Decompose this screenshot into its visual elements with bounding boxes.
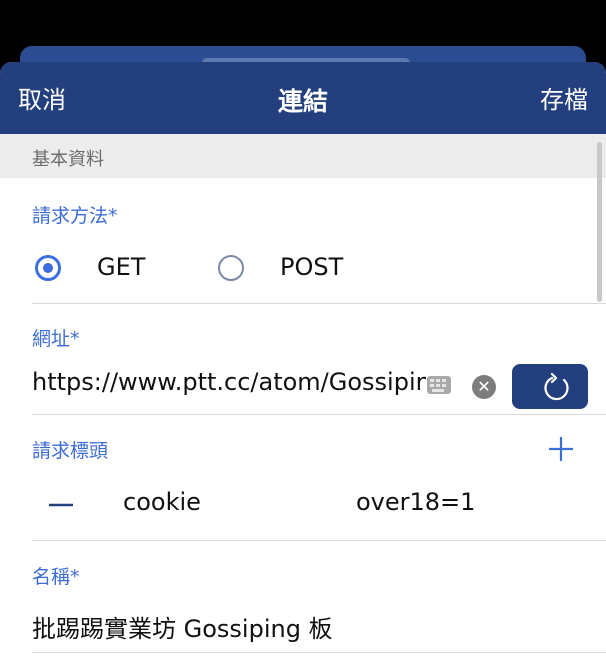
page-title: 連結 xyxy=(277,87,328,116)
name-label: 名稱* xyxy=(32,566,80,588)
divider xyxy=(32,540,606,541)
header-key-input[interactable]: cookie xyxy=(123,488,201,516)
minus-icon xyxy=(49,503,73,507)
reload-button[interactable] xyxy=(512,364,588,409)
divider xyxy=(32,414,606,415)
radio-post[interactable] xyxy=(218,255,244,281)
radio-post-label[interactable]: POST xyxy=(280,253,343,281)
clear-icon[interactable]: ✕ xyxy=(472,375,496,399)
radio-get-label[interactable]: GET xyxy=(97,253,145,281)
header-value-input[interactable]: over18=1 xyxy=(356,488,475,516)
method-label: 請求方法* xyxy=(32,205,118,227)
radio-get[interactable] xyxy=(35,255,61,281)
keyboard-icon[interactable] xyxy=(427,376,451,394)
url-label: 網址* xyxy=(32,328,80,350)
headers-label: 請求標頭 xyxy=(32,440,109,462)
divider xyxy=(32,652,606,653)
add-header-button[interactable] xyxy=(546,434,576,464)
section-header-basic-info: 基本資料 xyxy=(0,134,606,178)
link-editor-sheet: 取消 連結 存檔 基本資料 請求方法* GET POST 網址* https:/… xyxy=(0,62,606,668)
name-input[interactable]: 批踢踢實業坊 Gossiping 板 xyxy=(32,609,333,644)
navigation-bar: 取消 連結 存檔 xyxy=(0,62,606,134)
divider xyxy=(32,303,606,304)
reload-icon xyxy=(544,372,569,401)
plus-icon xyxy=(549,437,573,461)
save-button[interactable]: 存檔 xyxy=(540,80,588,115)
scrollbar[interactable] xyxy=(597,142,602,302)
url-input[interactable]: https://www.ptt.cc/atom/Gossiping xyxy=(32,368,426,396)
remove-header-button[interactable] xyxy=(48,490,74,520)
section-header-label: 基本資料 xyxy=(32,149,104,170)
